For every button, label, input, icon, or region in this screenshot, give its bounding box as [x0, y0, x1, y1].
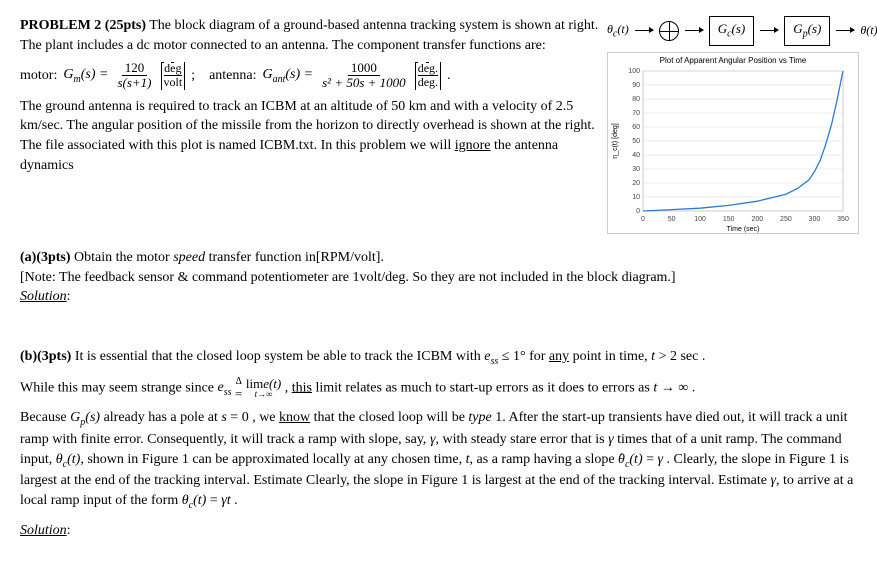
- part-b-label: (b)(3pts): [20, 349, 71, 364]
- problem-description: The ground antenna is required to track …: [20, 97, 599, 175]
- problem-label: PROBLEM 2 (25pts): [20, 18, 146, 33]
- arrow-icon: [635, 30, 653, 31]
- motor-fraction: 120 s(s+1): [114, 61, 154, 91]
- arrow-icon: [685, 30, 703, 31]
- solution-label: Solution: [20, 523, 67, 538]
- svg-text:350: 350: [837, 216, 849, 223]
- arrow-icon: [836, 30, 854, 31]
- gc-block: Gc(s): [709, 16, 755, 46]
- svg-text:100: 100: [694, 216, 706, 223]
- part-a-label: (a)(3pts): [20, 250, 71, 265]
- problem-header: PROBLEM 2 (25pts) The block diagram of a…: [20, 16, 599, 55]
- part-a-note: [Note: The feedback sensor & command pot…: [20, 270, 676, 285]
- antenna-units: deg. deg.: [415, 62, 441, 89]
- svg-text:300: 300: [809, 216, 821, 223]
- angular-position-chart: Plot of Apparent Angular Position vs Tim…: [607, 52, 859, 234]
- part-b-p3: Because Gp(s) already has a pole at s = …: [20, 408, 857, 513]
- motor-units: deg volt: [161, 62, 186, 89]
- part-a: (a)(3pts) Obtain the motor speed transfe…: [20, 248, 857, 307]
- solution-label: Solution: [20, 289, 67, 304]
- antenna-label: antenna:: [209, 66, 256, 86]
- antenna-lhs: Gant(s) =: [262, 65, 313, 87]
- svg-text:10: 10: [632, 194, 640, 201]
- transfer-functions: motor: Gm(s) = 120 s(s+1) deg volt ; ant…: [20, 61, 599, 91]
- svg-text:250: 250: [780, 216, 792, 223]
- summing-junction-icon: [659, 21, 679, 41]
- block-diagram: θc(t) Gc(s) Gp(s) θ(t): [607, 16, 857, 46]
- svg-text:90: 90: [632, 82, 640, 89]
- svg-text:200: 200: [751, 216, 763, 223]
- svg-text:20: 20: [632, 180, 640, 187]
- part-b: (b)(3pts) It is essential that the close…: [20, 347, 857, 369]
- svg-text:30: 30: [632, 166, 640, 173]
- svg-text:0: 0: [641, 216, 645, 223]
- limit: lime(t) t→∞: [246, 377, 281, 399]
- chart-ylabel: η_c(t) [deg]: [612, 123, 619, 158]
- gp-block: Gp(s): [784, 16, 830, 46]
- motor-label: motor:: [20, 66, 57, 86]
- output-signal: θ(t): [860, 22, 877, 39]
- motor-lhs: Gm(s) =: [63, 65, 108, 87]
- part-b-solution: Solution:: [20, 521, 857, 541]
- antenna-fraction: 1000 s² + 50s + 1000: [319, 61, 409, 91]
- part-b-p2: While this may seem strange since ess Δ …: [20, 377, 857, 401]
- svg-text:40: 40: [632, 152, 640, 159]
- svg-text:70: 70: [632, 110, 640, 117]
- chart-title: Plot of Apparent Angular Position vs Tim…: [660, 56, 807, 65]
- svg-text:50: 50: [632, 138, 640, 145]
- svg-text:80: 80: [632, 96, 640, 103]
- chart-xlabel: Time (sec): [727, 226, 760, 233]
- svg-text:60: 60: [632, 124, 640, 131]
- svg-text:100: 100: [628, 68, 640, 75]
- arrow-icon: [760, 30, 778, 31]
- input-signal: θc(t): [607, 21, 629, 41]
- svg-text:0: 0: [636, 208, 640, 215]
- theta-dot: .θc(t): [618, 450, 643, 472]
- svg-text:50: 50: [668, 216, 676, 223]
- svg-text:150: 150: [723, 216, 735, 223]
- def-equals: Δ =: [235, 377, 242, 400]
